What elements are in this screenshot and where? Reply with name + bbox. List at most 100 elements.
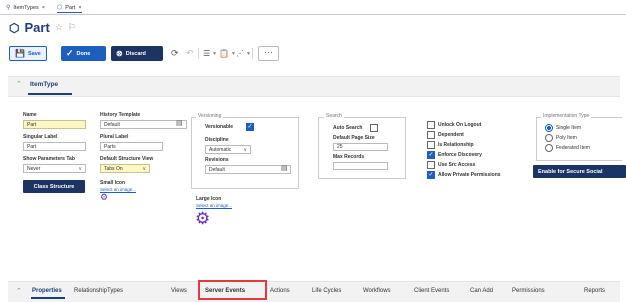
default-page-size-label: Default Page Size [333, 135, 375, 141]
favorite-star-icon[interactable]: ☆ [55, 22, 63, 33]
undo-icon[interactable]: ↶ [186, 48, 194, 59]
versionable-checkbox[interactable]: ✓ [246, 123, 254, 131]
tab-properties[interactable]: Properties [32, 288, 62, 294]
show-params-label: Show Parameters Tab [23, 156, 75, 162]
unlock-on-logout-checkbox[interactable] [427, 121, 435, 129]
revisions-value: Default [209, 167, 225, 173]
tab-itemtypes-label: ItemTypes [13, 4, 39, 11]
toolbar-separator [198, 48, 199, 59]
history-template-value: Default [104, 122, 120, 128]
tab-reports[interactable]: Reports [584, 288, 605, 294]
singular-label-field[interactable]: Part [23, 142, 86, 151]
revisions-field[interactable]: Default [205, 165, 291, 174]
itemtype-icon: ⬡ [9, 20, 20, 35]
history-template-label: History Template [100, 112, 141, 118]
enforce-discovery-checkbox[interactable]: ✓ [427, 151, 435, 159]
large-icon-gear-icon: ⚙ [195, 209, 211, 228]
default-structure-view-select[interactable]: Tabs On ∨ [100, 164, 150, 173]
tab-views[interactable]: Views [171, 288, 187, 294]
versionable-label: Versionable [205, 124, 234, 130]
auto-search-label: Auto Search [333, 125, 363, 131]
enable-secure-social-button[interactable]: Enable for Secure Social [533, 165, 626, 178]
clipboard-icon: 📋 [219, 49, 229, 58]
page-title: Part [24, 20, 50, 35]
done-button-label: Done [76, 50, 91, 57]
max-records-field[interactable] [333, 162, 388, 170]
flag-icon[interactable]: ⚐ [68, 22, 76, 33]
large-icon-select-link[interactable]: Select an image... [196, 203, 232, 208]
revisions-label: Revisions [205, 157, 229, 163]
discard-icon: ⊗ [116, 49, 123, 58]
tab-workflows[interactable]: Workflows [363, 288, 391, 294]
itemtype-section-header[interactable] [8, 76, 620, 97]
default-structure-view-value: Tabs On [104, 166, 123, 172]
implementation-type-title: Implementation Type [541, 113, 592, 119]
plural-label-label: Plural Label [100, 134, 129, 140]
tab-part[interactable]: ⬡ Part × [57, 3, 82, 13]
item-picker-icon[interactable]: ▤ [281, 164, 288, 172]
chevron-down-icon: ∨ [243, 147, 247, 153]
save-button[interactable]: 💾 Save [9, 46, 47, 61]
page-title-row: ⬡ Part ☆ ⚐ [9, 20, 76, 35]
tab-life-cycles[interactable]: Life Cycles [312, 288, 341, 294]
tab-close-icon[interactable]: × [78, 5, 81, 11]
chevron-down-icon: ▼ [246, 50, 251, 57]
allow-private-permissions-checkbox[interactable]: ✓ [427, 171, 435, 179]
tab-can-add[interactable]: Can Add [470, 288, 493, 294]
max-records-label: Max Records [333, 154, 365, 160]
plural-label-field[interactable]: Parts [100, 142, 163, 151]
section-title-underline [28, 93, 72, 95]
tab-itemtypes[interactable]: ⚲ ItemTypes × [6, 3, 45, 12]
tab-close-icon[interactable]: × [42, 5, 45, 11]
more-options-button[interactable]: ··· [258, 46, 279, 61]
federated-item-label: Federated Item [556, 145, 590, 151]
active-tab-underline [31, 297, 65, 299]
tab-client-events[interactable]: Client Events [414, 288, 449, 294]
dependent-label: Dependent [438, 132, 464, 138]
use-src-access-checkbox[interactable] [427, 161, 435, 169]
chevron-up-icon[interactable]: ⌃ [16, 80, 22, 88]
chevron-up-icon[interactable]: ⌃ [16, 287, 22, 295]
tab-permissions[interactable]: Permissions [512, 288, 545, 294]
chevron-down-icon: ∨ [142, 166, 146, 172]
discipline-value: Automatic [209, 147, 232, 153]
item-picker-icon[interactable]: ▤ [176, 119, 183, 127]
check-icon: ✓ [66, 48, 74, 58]
section-title: ItemType [30, 81, 59, 88]
dependent-checkbox[interactable] [427, 131, 435, 139]
search-icon: ⚲ [6, 5, 11, 11]
is-relationship-checkbox[interactable] [427, 141, 435, 149]
is-relationship-label: Is Relationship [438, 142, 474, 148]
tab-part-label: Part [65, 4, 76, 11]
structure-dropdown[interactable]: ☰ ▼ [203, 47, 217, 60]
itemtype-icon: ⬡ [57, 5, 63, 11]
versioning-group-title: Versioning [196, 113, 224, 119]
discipline-select[interactable]: Automatic ∨ [205, 145, 251, 154]
name-field[interactable]: Part [23, 120, 86, 129]
small-icon-gear-icon: ⚙ [100, 192, 109, 202]
discard-button[interactable]: ⊗ Discard [111, 46, 163, 61]
chevron-down-icon: ▼ [212, 50, 218, 57]
default-page-size-field[interactable]: 25 [333, 143, 388, 151]
share-dropdown[interactable]: ⋰ ▼ [236, 47, 251, 60]
poly-item-radio[interactable] [545, 134, 553, 142]
show-params-select[interactable]: Never ∨ [23, 164, 86, 173]
document-tab-strip [0, 0, 626, 15]
history-template-field[interactable]: Default [100, 120, 187, 129]
default-structure-view-label: Default Structure View [100, 156, 154, 162]
toolbar-separator [252, 48, 253, 59]
tab-actions[interactable]: Actions [270, 288, 290, 294]
save-button-label: Save [27, 50, 41, 57]
single-item-radio[interactable] [545, 124, 553, 132]
unlock-on-logout-label: Unlock On Logout [438, 122, 482, 128]
refresh-icon[interactable]: ⟳ [171, 48, 179, 59]
federated-item-radio[interactable] [545, 144, 553, 152]
small-icon-label: Small Icon [100, 180, 126, 186]
server-events-highlight [198, 280, 267, 300]
clipboard-dropdown[interactable]: 📋 ▼ [219, 47, 236, 60]
tab-relationship-types[interactable]: RelationshipTypes [74, 288, 123, 294]
auto-search-checkbox[interactable] [370, 124, 378, 132]
done-button[interactable]: ✓ Done [61, 46, 106, 61]
class-structure-button[interactable]: Class Structure [23, 180, 85, 193]
single-item-label: Single Item [556, 125, 582, 131]
